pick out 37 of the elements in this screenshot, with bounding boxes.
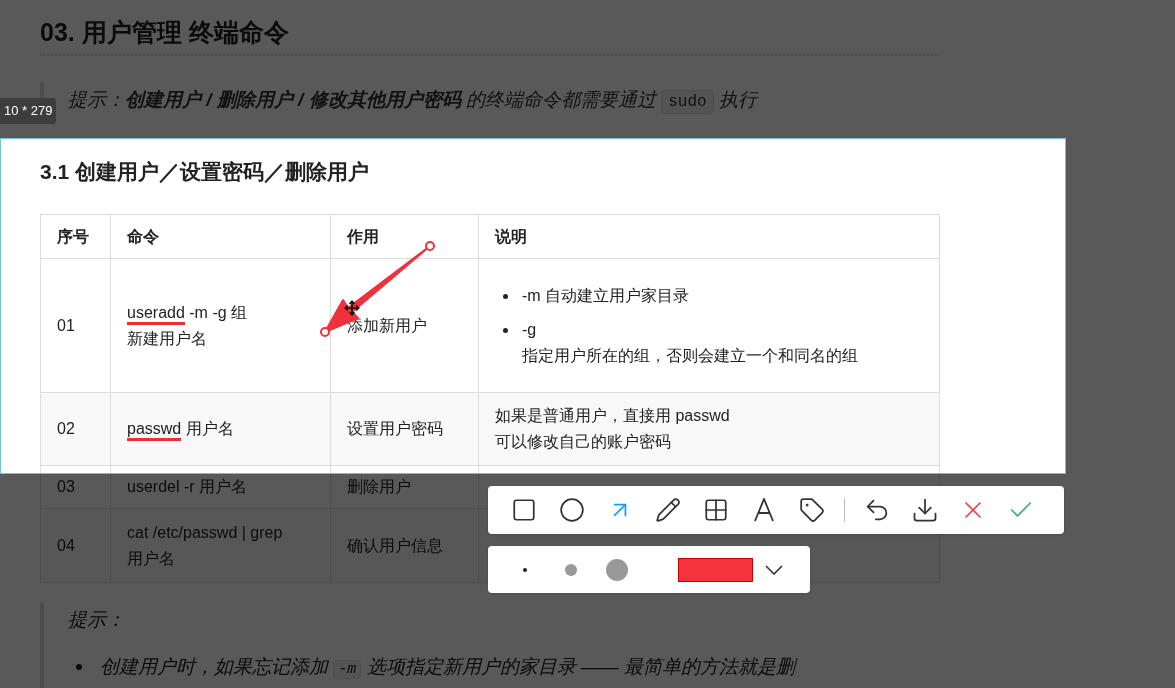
- size-label: 10 * 279: [0, 98, 57, 124]
- table-cell: 删除用户: [330, 465, 479, 509]
- column-header: 说明: [478, 214, 940, 259]
- table-cell: 确认用户信息: [330, 508, 479, 583]
- table-cell: 03: [40, 465, 111, 509]
- chevron-down-icon: [765, 564, 783, 575]
- note-text: 如果是普通用户，直接用 passwd 可以修改自己的账户密码: [495, 406, 731, 452]
- table-cell: 设置用户密码: [330, 392, 479, 466]
- column-header: 序号: [40, 214, 111, 259]
- section-heading: 3.1 创建用户／设置密码／删除用户: [40, 159, 370, 185]
- page-heading: 03. 用户管理 终端命令: [40, 17, 289, 48]
- table-cell: 02: [40, 392, 111, 466]
- selection-frame[interactable]: [0, 138, 1066, 474]
- note-text: -m 自动建立用户家目录: [522, 285, 690, 306]
- download-icon: [911, 496, 939, 524]
- letter-a-icon: [753, 498, 775, 522]
- bullet-icon: [503, 327, 508, 333]
- tag-icon: [799, 497, 825, 523]
- rectangle-icon: [511, 497, 537, 523]
- tip-text: 提示：创建用户 / 删除用户 / 修改其他用户密码 的终端命令都需要通过 sudo 执行: [68, 85, 757, 115]
- color-swatch[interactable]: [678, 557, 753, 582]
- table-cell: 01: [40, 258, 111, 393]
- column-header: 命令: [110, 214, 331, 259]
- command-text: cat /etc/passwd | grep 用户名: [127, 522, 284, 569]
- pencil-icon: [655, 497, 681, 523]
- command-text: passwd 用户名: [127, 416, 314, 442]
- table-cell: 04: [40, 508, 111, 583]
- bullet-icon: [76, 664, 82, 671]
- tip-text: 创建用户时，如果忘记添加 -m 选项指定新用户的家目录 —— 最简单的方法就是删: [100, 655, 796, 681]
- command-text: userdel -r 用户名: [127, 477, 249, 497]
- grid-icon: [703, 497, 729, 523]
- circle-icon: [559, 497, 585, 523]
- command-text: useradd -m -g 组 新建用户名: [127, 302, 249, 349]
- move-cursor-icon: [344, 300, 360, 316]
- tip-title: 提示：: [68, 608, 125, 632]
- bullet-icon: [503, 293, 508, 299]
- note-text: -g 指定用户所在的组，否则会建立一个和同名的组: [522, 319, 858, 366]
